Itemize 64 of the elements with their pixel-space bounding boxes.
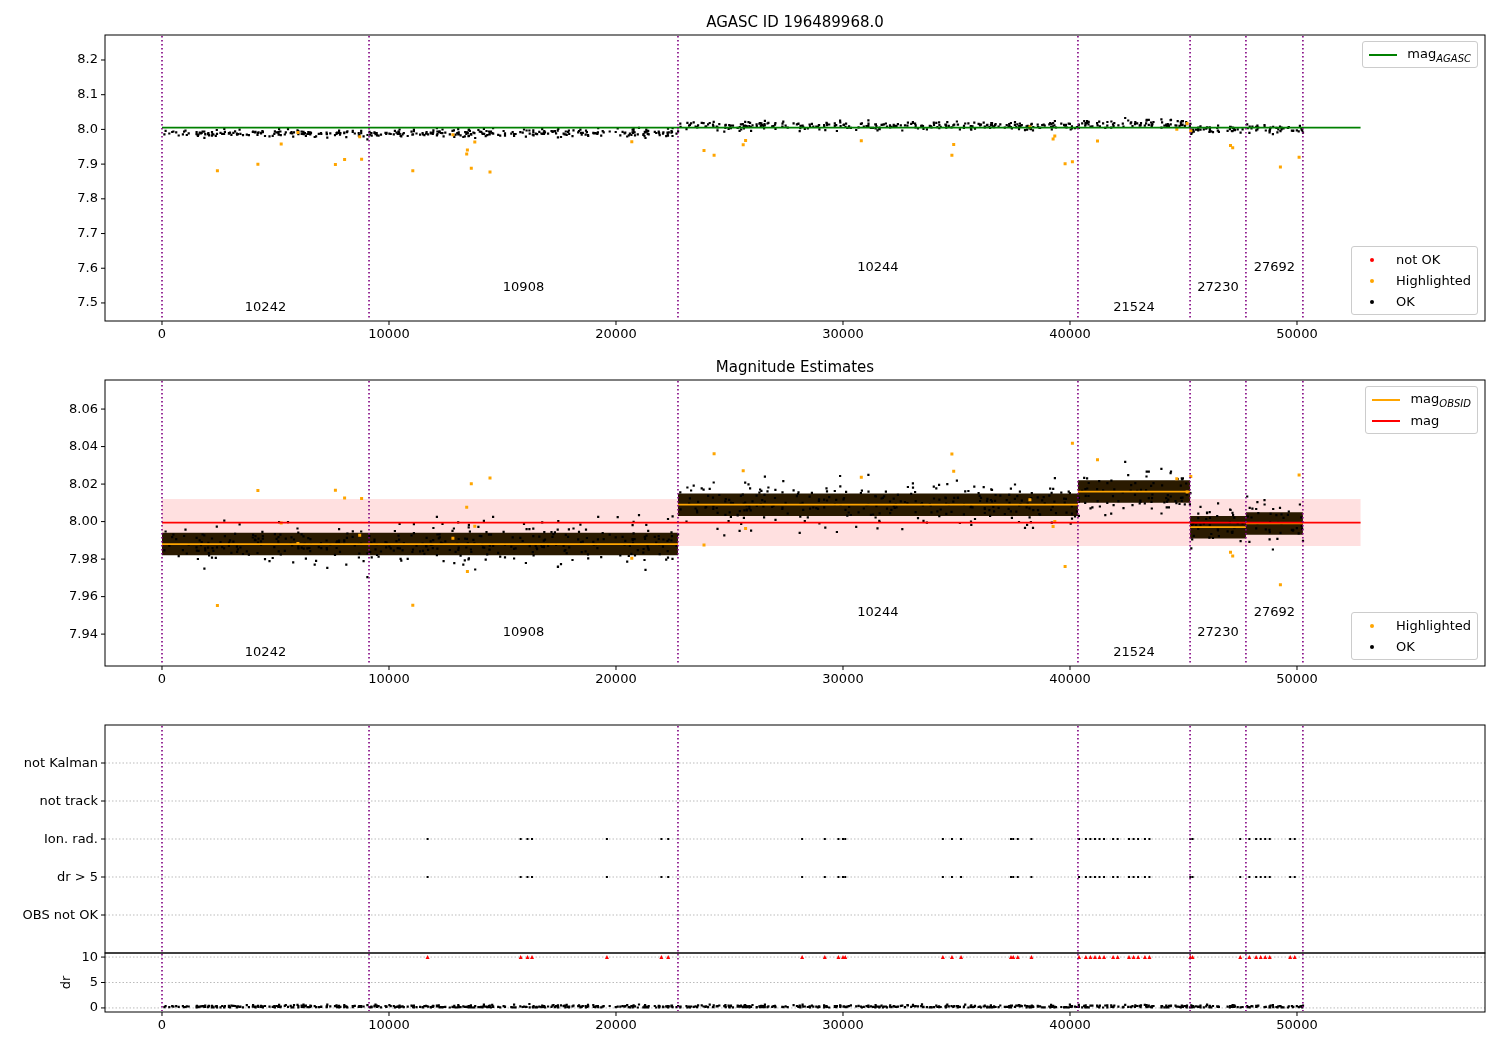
obsid-label: 27692: [1253, 258, 1296, 274]
tick-label: 0: [89, 999, 98, 1015]
tick-label: 8.00: [69, 513, 98, 529]
tick-label: 30000: [822, 1017, 864, 1032]
tick-label: 30000: [822, 326, 864, 341]
obsid-label: 10244: [857, 258, 899, 274]
tick-label: 0: [157, 326, 167, 341]
tick-label: 8.04: [69, 438, 98, 454]
tick-label: 40000: [1049, 326, 1091, 341]
obsid-label: 27692: [1253, 603, 1296, 619]
tick-label: 7.7: [77, 225, 98, 241]
chart-title: AGASC ID 196489968.0: [706, 13, 884, 31]
legend-label: OK: [1396, 294, 1415, 309]
obsid-label: 10242: [244, 643, 287, 659]
chart-title: Magnitude Estimates: [715, 358, 875, 376]
tick-label: 20000: [595, 671, 637, 686]
tick-label: OBS not OK: [22, 906, 98, 922]
obsid-label: 10908: [502, 278, 545, 294]
obsid-label: 27230: [1197, 623, 1239, 639]
tick-label: not Kalman: [23, 754, 98, 770]
tick-label: 30000: [822, 671, 864, 686]
tick-label: 0: [157, 1017, 167, 1032]
obsid-label: 10908: [502, 623, 545, 639]
tick-label: 7.94: [69, 625, 98, 641]
tick-label: dr > 5: [56, 868, 98, 884]
tick-label: 8.0: [77, 120, 98, 136]
tick-label: 7.98: [69, 550, 98, 566]
tick-label: 10000: [368, 326, 410, 341]
tick-label: 0: [157, 671, 167, 686]
tick-label: 10: [81, 948, 98, 964]
obsid-label: 10242: [244, 298, 287, 314]
tick-label: 5: [89, 974, 98, 989]
tick-label: 50000: [1276, 671, 1318, 686]
tick-label: 50000: [1276, 1017, 1318, 1032]
axis-label: dr: [58, 975, 73, 990]
legend-label: mag: [1410, 413, 1440, 428]
tick-label: 20000: [595, 326, 637, 341]
tick-label: 8.1: [77, 86, 98, 102]
tick-label: 40000: [1049, 671, 1091, 686]
legend-label: mag$_{AGASC}$: [1407, 45, 1471, 64]
tick-label: Ion. rad.: [44, 830, 98, 846]
tick-label: 8.02: [69, 475, 98, 491]
tick-label: 40000: [1049, 1017, 1091, 1032]
legend-label: Highlighted: [1396, 618, 1471, 633]
tick-label: 7.6: [77, 259, 98, 275]
tick-label: 8.2: [77, 51, 98, 67]
tick-label: 7.8: [77, 190, 98, 206]
obsid-label: 21524: [1113, 298, 1155, 314]
legend-label: mag$_{OBSID}$: [1410, 390, 1471, 409]
obsid-label: 27230: [1197, 278, 1239, 294]
obsid-label: 21524: [1113, 643, 1155, 659]
legend-label: OK: [1396, 639, 1415, 654]
tick-label: not track: [39, 792, 98, 808]
legend-label: Highlighted: [1396, 273, 1471, 288]
tick-label: 50000: [1276, 326, 1318, 341]
tick-label: 7.9: [77, 155, 98, 171]
tick-label: 8.06: [69, 400, 98, 416]
tick-label: 20000: [595, 1017, 637, 1032]
obsid-label: 10244: [857, 603, 899, 619]
tick-label: 10000: [368, 671, 410, 686]
tick-label: 7.5: [77, 294, 98, 310]
tick-label: 7.96: [69, 588, 98, 604]
tick-label: 10000: [368, 1017, 410, 1032]
legend-label: not OK: [1396, 252, 1441, 267]
